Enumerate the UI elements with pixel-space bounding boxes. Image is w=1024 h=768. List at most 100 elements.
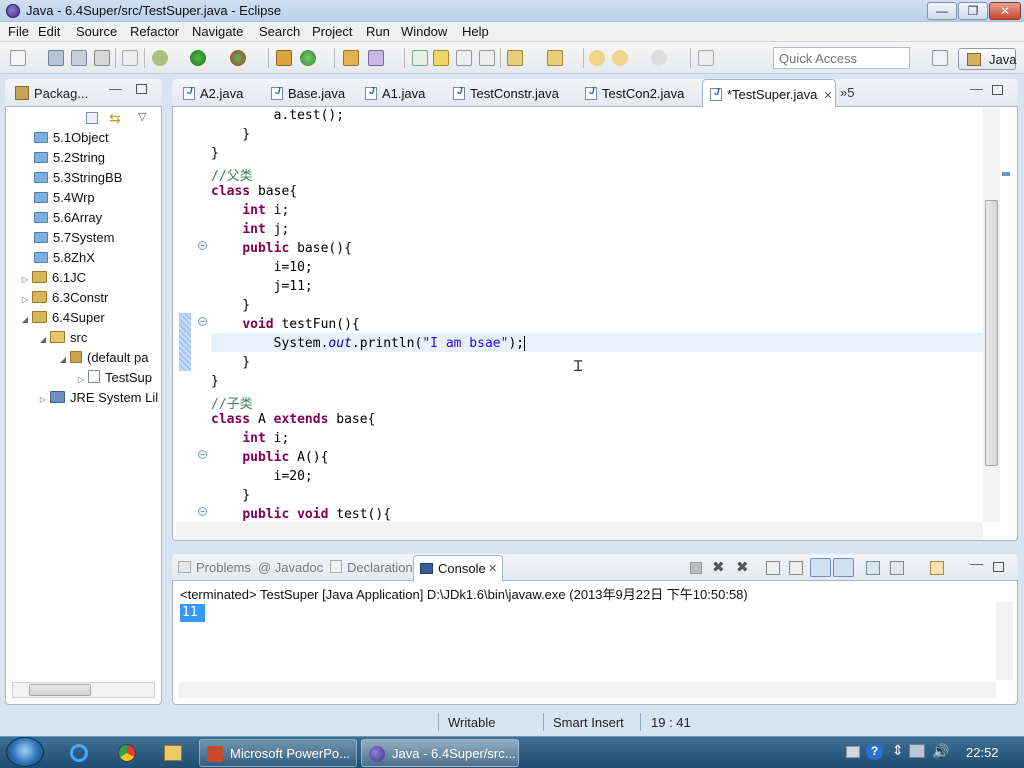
show-console-on-output-icon[interactable] xyxy=(810,558,831,577)
console-hscrollbar[interactable] xyxy=(178,682,996,698)
network-icon[interactable] xyxy=(909,744,925,758)
previous-annotation-icon[interactable] xyxy=(547,50,563,66)
console-vscrollbar[interactable] xyxy=(996,602,1013,680)
editor-tab[interactable]: A2.java xyxy=(176,79,264,107)
tree-item[interactable]: ▷ 6.1JC xyxy=(20,270,86,290)
minimize-view-icon[interactable]: — xyxy=(970,556,983,571)
volume-icon[interactable]: 🔊 xyxy=(932,743,949,760)
new-class-icon[interactable] xyxy=(300,50,316,66)
tab-problems[interactable]: Problems xyxy=(178,560,251,575)
overview-ruler-marker[interactable] xyxy=(1002,172,1010,176)
menu-refactor[interactable]: Refactor xyxy=(130,24,179,39)
next-annotation-icon[interactable] xyxy=(507,50,523,66)
coverage-icon[interactable] xyxy=(230,50,246,66)
expand-arrow-icon[interactable]: ▷ xyxy=(20,275,30,284)
close-tab-icon[interactable]: ✕ xyxy=(488,562,497,575)
tree-item[interactable]: 5.7System xyxy=(34,230,114,250)
forward-icon[interactable] xyxy=(651,50,667,66)
package-explorer-title[interactable]: Packag... xyxy=(34,86,88,101)
minimize-view-icon[interactable]: — xyxy=(109,81,122,96)
editor-tab-active[interactable]: *TestSuper.java ✕ xyxy=(702,79,836,107)
run-icon[interactable] xyxy=(190,50,206,66)
clear-console-icon[interactable] xyxy=(766,561,780,575)
tree-item[interactable]: ◢ 6.4Super xyxy=(20,310,105,330)
block-selection-icon[interactable] xyxy=(456,50,472,66)
tray-expand-icon[interactable]: ⇕ xyxy=(892,742,904,759)
show-console-on-error-icon[interactable] xyxy=(833,558,854,577)
tree-item[interactable]: ◢ src xyxy=(38,330,87,350)
menu-help[interactable]: Help xyxy=(462,24,489,39)
scroll-thumb[interactable] xyxy=(29,684,91,696)
menu-run[interactable]: Run xyxy=(366,24,390,39)
back-icon[interactable] xyxy=(612,50,628,66)
menu-project[interactable]: Project xyxy=(312,24,352,39)
tree-item[interactable]: ▷ 6.3Constr xyxy=(20,290,108,310)
tree-item[interactable]: ▷ TestSup xyxy=(76,370,152,390)
code-editor[interactable]: a.test(); } } //父类 class base{ int i; in… xyxy=(176,108,983,522)
fold-toggle-icon[interactable]: − xyxy=(198,507,207,516)
editor-tab[interactable]: Base.java xyxy=(264,79,360,107)
tree-item[interactable]: 5.8ZhX xyxy=(34,250,95,270)
link-with-editor-icon[interactable]: ⇆ xyxy=(109,110,121,127)
terminate-icon[interactable] xyxy=(690,562,702,574)
remove-launch-icon[interactable]: ✖ xyxy=(712,558,725,576)
fold-toggle-icon[interactable]: − xyxy=(198,241,207,250)
taskbar-item-powerpoint[interactable]: Microsoft PowerPo... xyxy=(199,739,357,767)
menu-source[interactable]: Source xyxy=(76,24,117,39)
menu-navigate[interactable]: Navigate xyxy=(192,24,243,39)
search-icon[interactable] xyxy=(368,50,384,66)
highlight-icon[interactable] xyxy=(433,50,449,66)
maximize-view-icon[interactable] xyxy=(136,84,147,94)
minimize-view-icon[interactable]: — xyxy=(970,81,983,96)
toggle-mark-occurrences-icon[interactable] xyxy=(412,50,428,66)
java-perspective-button[interactable]: Java xyxy=(958,48,1016,70)
open-type-icon[interactable] xyxy=(343,50,359,66)
keyboard-icon[interactable] xyxy=(846,746,860,758)
collapse-arrow-icon[interactable]: ◢ xyxy=(20,315,30,324)
tab-console[interactable]: Console ✕ xyxy=(413,555,503,582)
start-button[interactable] xyxy=(6,737,44,767)
expand-arrow-icon[interactable]: ▷ xyxy=(20,295,30,304)
show-whitespace-icon[interactable] xyxy=(479,50,495,66)
display-selected-console-icon[interactable] xyxy=(890,561,904,575)
menu-edit[interactable]: Edit xyxy=(38,24,60,39)
tree-item[interactable]: 5.4Wrp xyxy=(34,190,95,210)
maximize-view-icon[interactable] xyxy=(992,85,1003,95)
fold-toggle-icon[interactable]: − xyxy=(198,317,207,326)
clock[interactable]: 22:52 xyxy=(966,745,999,760)
tree-item[interactable]: 5.6Array xyxy=(34,210,102,230)
tab-overflow-button[interactable]: »5 xyxy=(840,85,854,100)
expand-arrow-icon[interactable]: ▷ xyxy=(38,395,48,404)
menu-search[interactable]: Search xyxy=(259,24,300,39)
scroll-lock-icon[interactable] xyxy=(789,561,803,575)
menu-file[interactable]: File xyxy=(8,24,29,39)
tree-item[interactable]: ◢ (default pa xyxy=(58,350,149,370)
last-edit-icon[interactable] xyxy=(589,50,605,66)
skip-breakpoints-icon[interactable] xyxy=(122,50,138,66)
tree-item[interactable]: ▷ JRE System Lil xyxy=(38,390,158,410)
new-java-project-icon[interactable] xyxy=(276,50,292,66)
collapse-all-icon[interactable] xyxy=(86,112,98,124)
scroll-thumb[interactable] xyxy=(985,200,998,466)
view-menu-icon[interactable]: ▽ xyxy=(138,110,146,123)
save-icon[interactable] xyxy=(48,50,64,66)
package-explorer-hscrollbar[interactable] xyxy=(12,682,155,698)
taskbar-item-eclipse[interactable]: Java - 6.4Super/src... xyxy=(361,739,519,767)
editor-tab[interactable]: TestConstr.java xyxy=(446,79,576,107)
editor-tab[interactable]: TestCon2.java xyxy=(578,79,702,107)
explorer-folder-icon[interactable] xyxy=(164,745,182,761)
new-icon[interactable] xyxy=(10,50,26,66)
tree-item[interactable]: 5.1Object xyxy=(34,130,109,150)
remove-all-launches-icon[interactable]: ✖ xyxy=(736,558,749,576)
collapse-arrow-icon[interactable]: ◢ xyxy=(58,355,68,364)
tree-item[interactable]: 5.2String xyxy=(34,150,105,170)
editor-tab[interactable]: A1.java xyxy=(358,79,444,107)
pin-editor-icon[interactable] xyxy=(698,50,714,66)
open-perspective-icon[interactable] xyxy=(932,50,948,66)
save-all-icon[interactable] xyxy=(71,50,87,66)
debug-icon[interactable] xyxy=(152,50,168,66)
internet-explorer-icon[interactable] xyxy=(70,744,88,762)
collapse-arrow-icon[interactable]: ◢ xyxy=(38,335,48,344)
fold-toggle-icon[interactable]: − xyxy=(198,450,207,459)
expand-arrow-icon[interactable]: ▷ xyxy=(76,375,86,384)
